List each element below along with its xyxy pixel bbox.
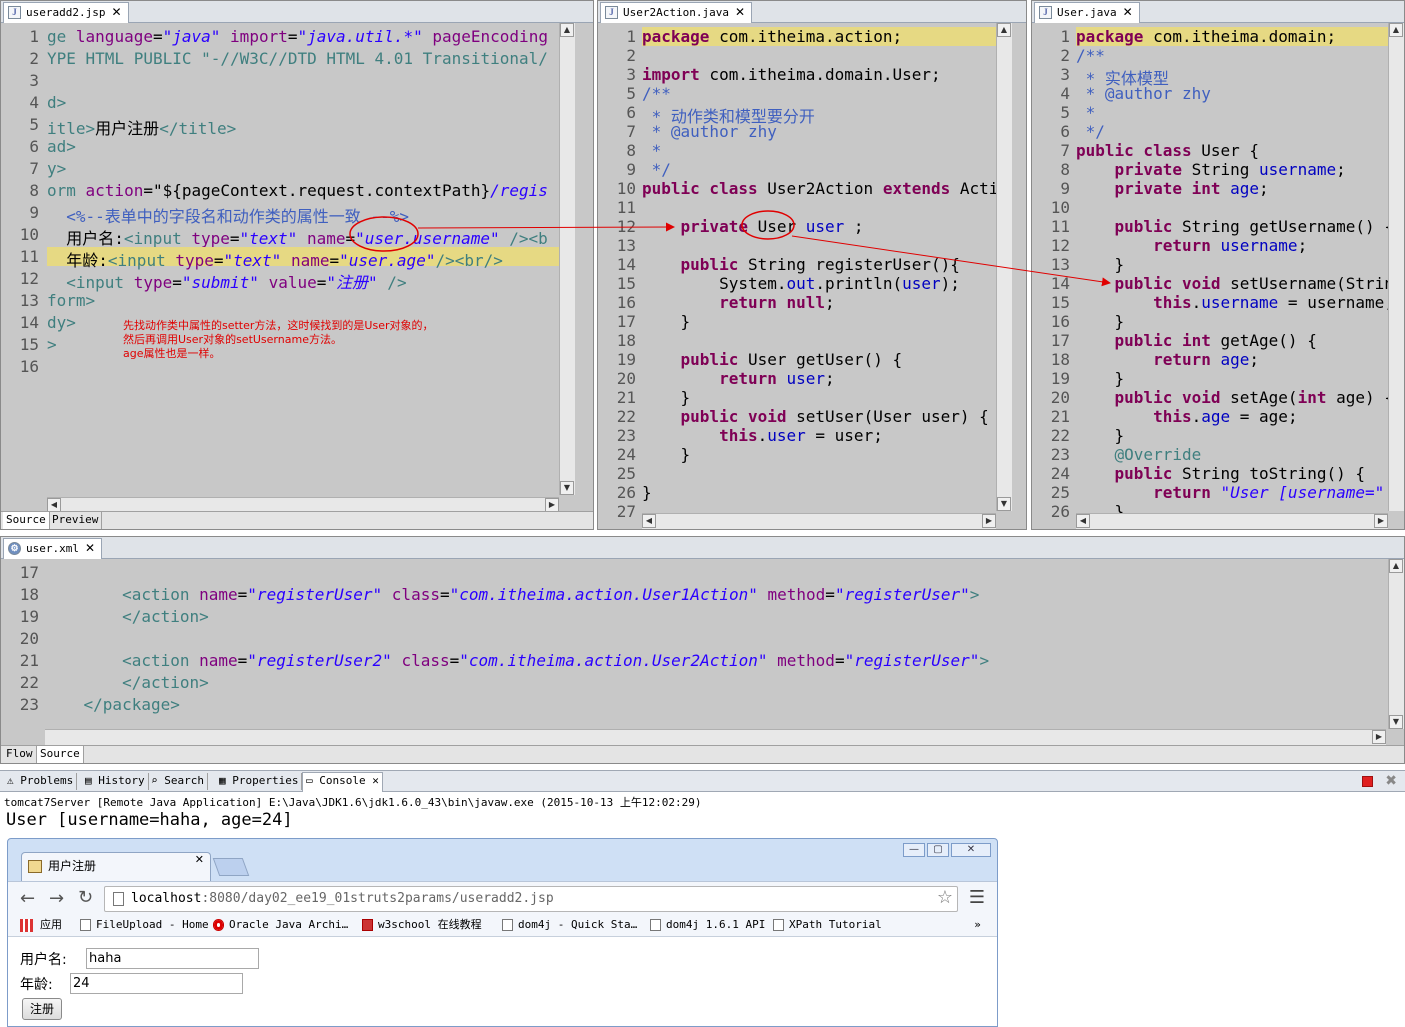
arrow-to-setusername xyxy=(791,235,1111,287)
annotation-overlay xyxy=(349,210,1111,287)
circle-user-prefix xyxy=(349,216,419,252)
circle-user-type xyxy=(741,210,795,240)
arrow-to-action-field xyxy=(417,222,675,232)
